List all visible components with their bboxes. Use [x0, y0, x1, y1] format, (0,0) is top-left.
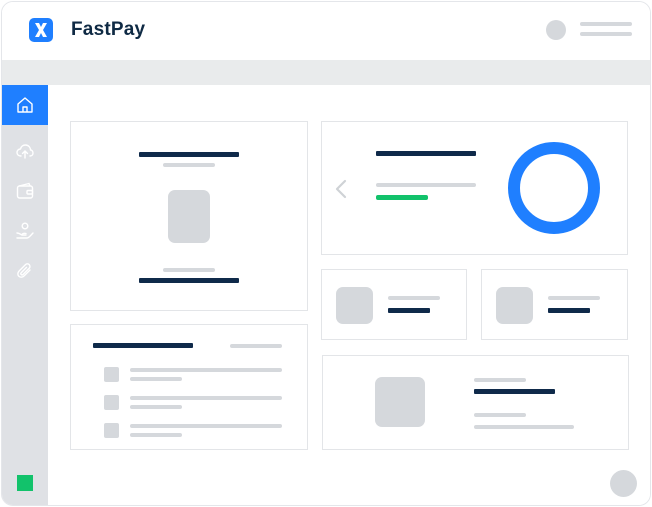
sidebar-item-upload[interactable]	[2, 131, 48, 171]
label-placeholder	[163, 268, 215, 272]
app-window: FastPay	[1, 1, 651, 506]
list-item-line	[130, 396, 282, 400]
image-placeholder	[168, 190, 210, 243]
list-card	[70, 324, 308, 450]
summary-status-bar	[376, 195, 428, 200]
sidebar-item-attachments[interactable]	[2, 251, 48, 291]
list-item-checkbox[interactable]	[104, 395, 119, 410]
stat-icon-placeholder	[496, 287, 533, 324]
stat-value-placeholder	[548, 308, 590, 313]
help-button[interactable]	[610, 470, 637, 497]
stat-card-left	[321, 269, 467, 340]
stat-label-placeholder	[548, 296, 600, 300]
card-title-placeholder	[139, 152, 239, 157]
list-item-checkbox[interactable]	[104, 367, 119, 382]
menu-line[interactable]	[580, 22, 632, 26]
list-item-subline	[130, 433, 182, 437]
sidebar	[2, 85, 48, 505]
subheader-bar	[2, 60, 650, 85]
menu-line[interactable]	[580, 32, 632, 36]
app-header: FastPay	[2, 2, 650, 60]
summary-subtitle-placeholder	[376, 183, 476, 187]
stat-value-placeholder	[388, 308, 430, 313]
status-square	[17, 475, 33, 491]
stat-icon-placeholder	[336, 287, 373, 324]
main-content	[48, 85, 650, 505]
detail-card	[322, 355, 629, 450]
detail-line-placeholder	[474, 425, 574, 429]
stat-card-right	[481, 269, 628, 340]
wallet-icon	[16, 182, 34, 199]
app-name: FastPay	[71, 19, 146, 40]
sidebar-item-payments[interactable]	[2, 211, 48, 251]
card-subtitle-placeholder	[163, 163, 215, 167]
fastpay-logo-icon[interactable]	[29, 18, 53, 42]
list-item-line	[130, 368, 282, 372]
avatar-icon[interactable]	[546, 20, 566, 40]
detail-image-placeholder	[375, 377, 425, 427]
chevron-left-icon[interactable]	[334, 179, 348, 199]
list-item-line	[130, 424, 282, 428]
progress-ring-icon	[508, 142, 600, 234]
sidebar-item-home[interactable]	[2, 85, 48, 125]
home-icon	[17, 97, 33, 113]
summary-title-placeholder	[376, 151, 476, 156]
list-title-placeholder	[93, 343, 193, 348]
list-item-subline	[130, 405, 182, 409]
profile-card	[70, 121, 308, 311]
summary-card	[321, 121, 628, 255]
hand-coin-icon	[16, 222, 34, 239]
stat-label-placeholder	[388, 296, 440, 300]
list-item-subline	[130, 377, 182, 381]
detail-value-placeholder	[474, 389, 555, 394]
list-action-placeholder[interactable]	[230, 344, 282, 348]
list-item-checkbox[interactable]	[104, 423, 119, 438]
value-placeholder	[139, 278, 239, 283]
upload-cloud-icon	[16, 144, 34, 159]
paperclip-icon	[17, 263, 31, 278]
detail-label-placeholder	[474, 378, 526, 382]
sidebar-item-wallet[interactable]	[2, 171, 48, 211]
detail-label-placeholder	[474, 413, 526, 417]
